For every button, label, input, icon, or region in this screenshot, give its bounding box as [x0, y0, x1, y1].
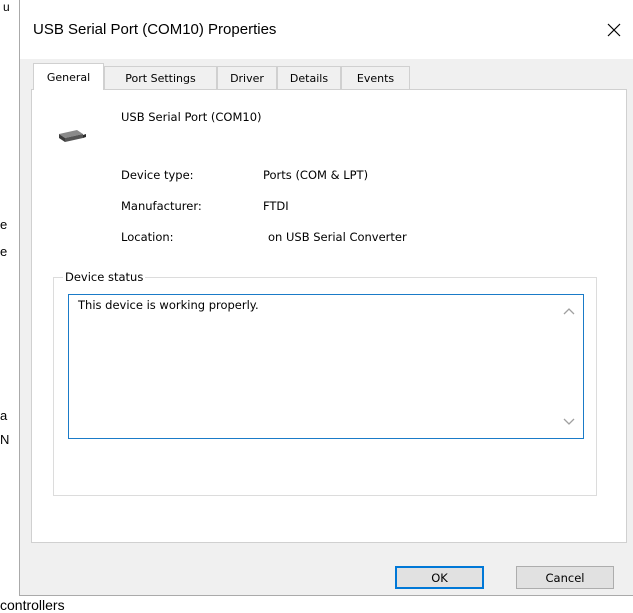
- close-icon: [607, 23, 621, 37]
- location-label: Location:: [121, 230, 174, 244]
- device-status-text: This device is working properly.: [78, 298, 259, 312]
- chevron-up-icon: [563, 308, 575, 315]
- background-text-fragment: a: [0, 408, 8, 423]
- chevron-down-icon: [563, 418, 575, 425]
- scroll-up-button[interactable]: [561, 303, 577, 319]
- tab-label: Details: [289, 71, 329, 85]
- tab-label: General: [46, 70, 91, 84]
- properties-dialog: USB Serial Port (COM10) Properties Gener…: [19, 0, 633, 596]
- device-status-textbox[interactable]: This device is working properly.: [68, 294, 584, 439]
- background-controllers-label: controllers: [0, 597, 65, 613]
- cancel-button[interactable]: Cancel: [516, 566, 614, 589]
- dialog-title: USB Serial Port (COM10) Properties: [33, 21, 277, 38]
- general-tab-panel: USB Serial Port (COM10) Device type: Por…: [31, 89, 627, 543]
- ok-button[interactable]: OK: [395, 566, 484, 589]
- manufacturer-value: FTDI: [263, 199, 289, 213]
- serial-cable-icon: [59, 130, 86, 142]
- device-status-label: Device status: [63, 270, 146, 284]
- tab-driver[interactable]: Driver: [217, 66, 277, 89]
- cancel-button-label: Cancel: [545, 570, 585, 585]
- scroll-down-button[interactable]: [561, 414, 577, 430]
- title-bar[interactable]: USB Serial Port (COM10) Properties: [20, 0, 633, 59]
- tab-events[interactable]: Events: [341, 66, 410, 89]
- device-type-value: Ports (COM & LPT): [263, 168, 369, 182]
- background-text-fragment: N: [0, 432, 10, 447]
- tab-label: Driver: [230, 71, 264, 85]
- tab-label: Events: [356, 71, 395, 85]
- tab-label: Port Settings: [125, 71, 196, 85]
- tab-general[interactable]: General: [33, 63, 104, 90]
- device-type-label: Device type:: [121, 168, 194, 182]
- device-status-group: Device status This device is working pro…: [53, 270, 597, 496]
- manufacturer-label: Manufacturer:: [121, 199, 202, 213]
- ok-button-label: OK: [431, 570, 448, 585]
- background-text-fragment: e: [0, 244, 8, 259]
- background-text-fragment: e: [0, 217, 8, 232]
- tab-details[interactable]: Details: [277, 66, 341, 89]
- tab-port-settings[interactable]: Port Settings: [104, 66, 217, 89]
- location-value: on USB Serial Converter: [268, 230, 407, 244]
- background-text-fragment: u: [3, 0, 10, 14]
- device-name: USB Serial Port (COM10): [121, 110, 262, 124]
- close-button[interactable]: [595, 14, 633, 46]
